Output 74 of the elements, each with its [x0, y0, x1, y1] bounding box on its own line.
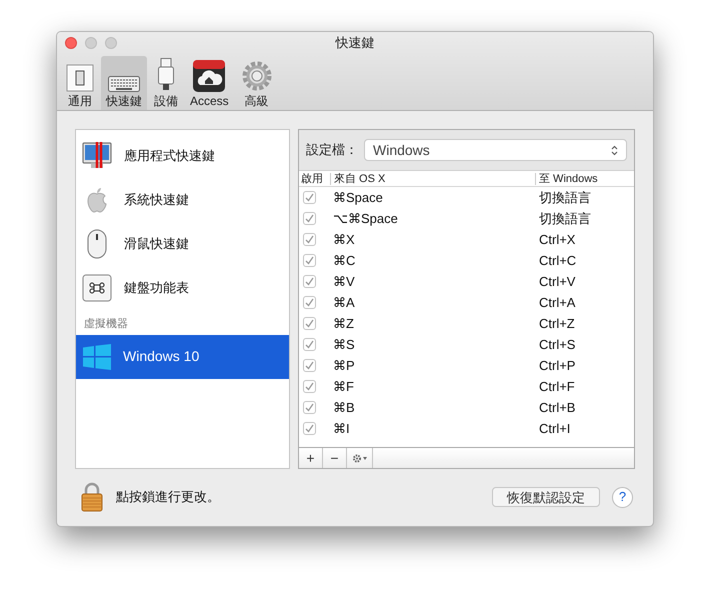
usb-plug-icon — [158, 58, 174, 92]
table-cell-text: Ctrl+B — [538, 398, 576, 417]
table-cell-text: Ctrl+C — [538, 252, 578, 270]
table-cell-text: ⌘Z — [332, 314, 355, 333]
table-cell-text: ⌘F — [332, 378, 355, 396]
table-cell-text: ⌘S — [332, 336, 356, 354]
table-cell-text: ⌥⌘Space — [332, 210, 399, 228]
table-cell-text: Ctrl+Z — [538, 314, 576, 333]
toolbar-tab[interactable]: 通用 — [61, 56, 99, 110]
updown-caret-icon — [611, 144, 618, 156]
table-cell-text: ⌘P — [332, 356, 356, 375]
profile-dropdown[interactable]: Windows — [364, 139, 627, 161]
mouse-icon — [87, 229, 107, 259]
column-header[interactable]: 來自 OS X — [330, 172, 535, 184]
gear-icon — [352, 454, 368, 462]
toolbar-tab[interactable]: 高級 — [236, 56, 278, 110]
cloud-home-icon — [193, 60, 226, 92]
checkbox[interactable] — [303, 212, 316, 225]
checkbox[interactable] — [303, 401, 316, 414]
checkbox[interactable] — [303, 338, 316, 351]
remove-button[interactable]: − — [323, 448, 347, 468]
keyboard-icon — [108, 76, 140, 92]
sidebar-item[interactable]: 滑鼠快速鍵 — [76, 222, 289, 266]
windows-logo-icon — [83, 344, 111, 370]
gear-icon — [240, 60, 273, 92]
table-cell-text: Ctrl+A — [538, 294, 576, 312]
close-button[interactable] — [65, 37, 77, 49]
zoom-button[interactable] — [105, 37, 117, 49]
window-title: 快速鍵 — [336, 34, 374, 52]
minimize-button[interactable] — [85, 37, 97, 49]
table-cell-text: Ctrl+I — [538, 420, 572, 438]
toolbar-tab[interactable]: 快速鍵 — [101, 56, 147, 110]
table-cell-text: 切換語言 — [538, 210, 592, 228]
help-button[interactable]: ? — [612, 486, 633, 508]
checkbox[interactable] — [303, 422, 316, 435]
switch-icon — [66, 64, 94, 92]
sidebar-item[interactable]: 系統快速鍵 — [76, 178, 289, 222]
toolbar-tab[interactable]: 設備 — [149, 56, 183, 110]
table-cell-text: ⌘B — [332, 398, 356, 417]
table-cell-text: Ctrl+S — [538, 336, 576, 354]
section-header: 虛擬機器 — [83, 317, 129, 332]
checkbox[interactable] — [303, 275, 316, 288]
checkbox[interactable] — [303, 296, 316, 309]
column-header[interactable]: 至 Windows — [535, 172, 634, 184]
table-cell-text: ⌘A — [332, 294, 356, 312]
sidebar-item[interactable]: Windows 10 — [76, 334, 289, 378]
table-cell-text: ⌘Space — [332, 188, 384, 207]
command-key-icon — [82, 274, 112, 302]
sidebar-item[interactable]: 應用程式快速鍵 — [76, 134, 289, 178]
sidebar-item[interactable]: 鍵盤功能表 — [76, 266, 289, 310]
restore-defaults-button[interactable]: 恢復默認設定 — [492, 487, 600, 507]
table-cell-text: Ctrl+F — [538, 378, 576, 396]
checkbox[interactable] — [303, 233, 316, 246]
table-cell-text: ⌘I — [332, 420, 351, 438]
table-cell-text: Ctrl+P — [538, 356, 576, 375]
checkbox[interactable] — [303, 380, 316, 393]
column-header[interactable]: 啟用 — [299, 172, 330, 184]
checkbox[interactable] — [303, 254, 316, 267]
monitor-icon — [82, 142, 112, 170]
profile-label: 設定檔： — [306, 141, 358, 160]
table-cell-text: ⌘X — [332, 230, 356, 249]
checkbox[interactable] — [303, 317, 316, 330]
table-cell-text: Ctrl+V — [538, 272, 576, 291]
toolbar-tab[interactable]: Access — [185, 56, 234, 110]
add-button[interactable]: + — [299, 448, 323, 468]
table-cell-text: 切換語言 — [538, 188, 592, 207]
padlock-icon — [81, 482, 103, 512]
apple-logo-icon — [86, 187, 108, 213]
lock-hint-text: 點按鎖進行更改。 — [116, 488, 220, 506]
table-cell-text: ⌘C — [332, 252, 356, 270]
table-cell-text: Ctrl+X — [538, 230, 576, 249]
checkbox[interactable] — [303, 191, 316, 204]
table-cell-text: ⌘V — [332, 272, 356, 291]
checkbox[interactable] — [303, 359, 316, 372]
